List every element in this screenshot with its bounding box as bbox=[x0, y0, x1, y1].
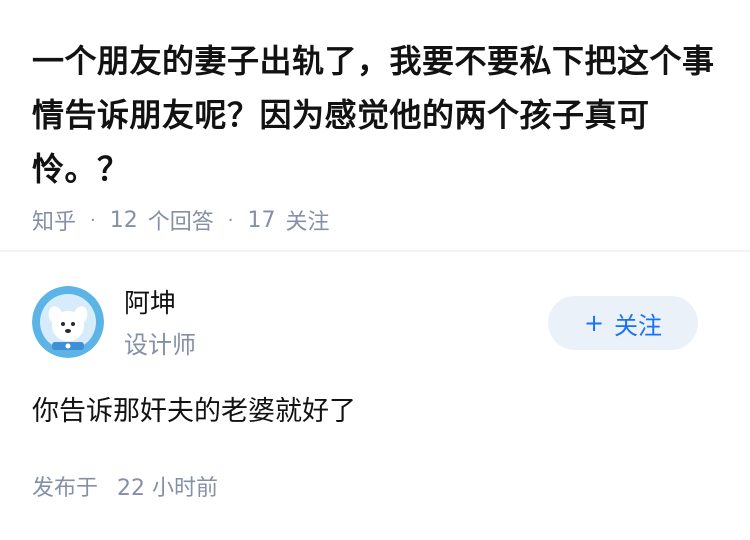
answers-label[interactable]: 个回答 bbox=[148, 204, 214, 236]
separator-dot: · bbox=[227, 209, 234, 231]
followers-label[interactable]: 关注 bbox=[286, 204, 330, 236]
author-card: 阿坤 设计师 + 关注 bbox=[32, 284, 718, 364]
followers-count: 17 bbox=[247, 207, 276, 233]
follow-button-label: 关注 bbox=[614, 311, 663, 340]
source-label[interactable]: 知乎 bbox=[32, 204, 76, 236]
published-time: 22 小时前 bbox=[117, 476, 219, 501]
section-divider bbox=[0, 250, 750, 252]
question-title[interactable]: 一个朋友的妻子出轨了，我要不要私下把这个事情告诉朋友呢？因为感觉他的两个孩子真可… bbox=[32, 34, 722, 196]
answers-count: 12 bbox=[109, 207, 138, 233]
separator-dot: · bbox=[90, 209, 96, 231]
published-label: 发布于 bbox=[32, 476, 99, 501]
dog-astronaut-avatar-icon bbox=[32, 286, 104, 358]
answer-footer: 发布于 22 小时前 bbox=[32, 472, 218, 506]
author-title: 设计师 bbox=[124, 331, 196, 359]
question-header: 一个朋友的妻子出轨了，我要不要私下把这个事情告诉朋友呢？因为感觉他的两个孩子真可… bbox=[32, 34, 722, 236]
avatar[interactable] bbox=[32, 286, 104, 358]
answer-text[interactable]: 你告诉那奸夫的老婆就好了 bbox=[32, 392, 356, 432]
author-name[interactable]: 阿坤 bbox=[124, 286, 176, 322]
plus-icon: + bbox=[583, 309, 605, 337]
question-meta: 知乎 · 12 个回答 · 17 关注 bbox=[32, 204, 722, 236]
follow-button[interactable]: + 关注 bbox=[548, 296, 698, 350]
